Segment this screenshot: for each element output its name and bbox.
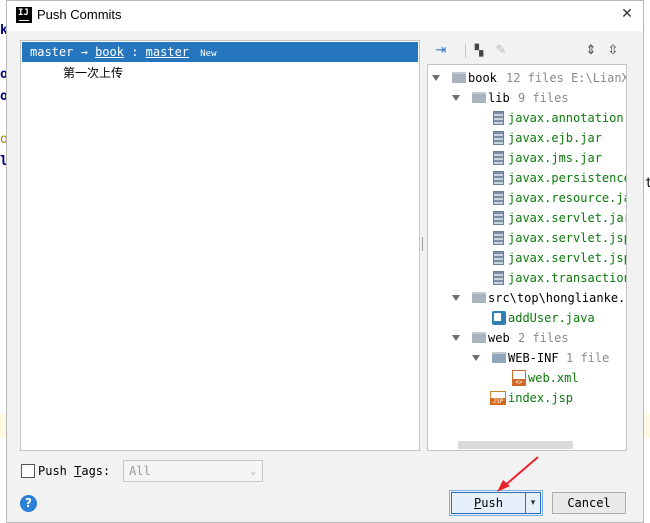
branch-separator: : — [131, 45, 139, 59]
tree-node-label: src\top\honglianke.ji — [488, 291, 627, 305]
dialog-title: Push Commits — [37, 7, 122, 22]
edit-icon[interactable]: ✎ — [493, 43, 509, 59]
expand-arrow-icon[interactable] — [452, 295, 460, 301]
help-button[interactable]: ? — [20, 495, 37, 512]
arrow-icon: → — [80, 45, 88, 59]
panel-splitter[interactable] — [421, 237, 424, 251]
push-button[interactable]: Push — [451, 492, 525, 514]
tree-node-meta: 12 files E:\LianX — [506, 71, 627, 85]
chevron-down-icon: ▾ — [530, 498, 536, 508]
expand-arrow-icon[interactable] — [452, 335, 460, 341]
file-name: javax.servlet.jar — [508, 211, 627, 225]
file-name: javax.ejb.jar — [508, 131, 602, 145]
jar-file-icon — [493, 211, 504, 225]
tree-node-meta: 2 files — [518, 331, 569, 345]
expand-arrow-icon[interactable] — [472, 355, 480, 361]
jar-file-icon — [493, 151, 504, 165]
folder-icon — [472, 92, 486, 103]
local-branch: master — [30, 45, 74, 59]
folder-icon — [472, 332, 486, 343]
remote-link[interactable]: book — [95, 45, 124, 59]
file-name: javax.persistence — [508, 171, 627, 185]
group-by-icon[interactable]: ▚ — [471, 43, 487, 59]
jar-file-icon — [493, 111, 504, 125]
file-name: javax.resource.ja — [508, 191, 627, 205]
jar-file-icon — [493, 171, 504, 185]
xml-file-icon — [512, 370, 526, 386]
file-name: javax.jms.jar — [508, 151, 602, 165]
jar-file-icon — [493, 131, 504, 145]
tree-node-label: lib — [488, 91, 510, 105]
file-name: addUser.java — [508, 311, 595, 325]
close-button[interactable]: ✕ — [619, 6, 635, 22]
java-file-icon — [492, 311, 506, 325]
select-value: All — [129, 464, 151, 478]
label-part: ags: — [81, 464, 111, 478]
push-tags-checkbox[interactable] — [21, 464, 35, 478]
push-tags-label: Push Tags: — [38, 463, 110, 479]
intellij-logo-icon: IJ — [16, 7, 32, 23]
jsp-file-icon — [490, 391, 506, 405]
expand-arrow-icon[interactable] — [432, 75, 440, 81]
module-folder-icon — [452, 72, 466, 83]
push-options-dropdown[interactable]: ▾ — [525, 492, 541, 514]
collapse-arrows-icon[interactable]: ⇥ — [433, 43, 449, 59]
web-inf-folder-icon — [492, 352, 506, 363]
tree-node-label: web — [488, 331, 510, 345]
expand-all-icon[interactable]: ⇕ — [583, 43, 599, 59]
file-name: javax.transaction — [508, 271, 627, 285]
file-name: web.xml — [528, 371, 579, 385]
commit-message[interactable]: 第一次上传 — [63, 63, 123, 83]
file-name: javax.annotation. — [508, 111, 627, 125]
changes-toolbar: ⇥ ▚ ✎ ⇕ ⇳ — [427, 41, 627, 63]
push-label: ush — [481, 496, 503, 510]
branch-mapping-row[interactable]: master → book : master New — [22, 42, 418, 62]
file-name: javax.servlet.jsp — [508, 231, 627, 245]
expand-arrow-icon[interactable] — [452, 95, 460, 101]
tree-node-meta: 9 files — [518, 91, 569, 105]
file-name: index.jsp — [508, 391, 574, 405]
folder-icon — [472, 292, 486, 303]
target-branch-link[interactable]: master — [146, 45, 189, 59]
chevron-down-icon: ⌄ — [249, 466, 256, 477]
new-branch-badge: New — [200, 49, 217, 59]
jar-file-icon — [493, 271, 504, 285]
horizontal-scrollbar[interactable] — [458, 441, 573, 449]
tree-node-label: book — [468, 71, 497, 85]
jar-file-icon — [493, 231, 504, 245]
push-tags-select[interactable]: All ⌄ — [123, 460, 263, 482]
dialog-titlebar: IJ Push Commits ✕ — [7, 1, 643, 31]
push-commits-dialog: IJ Push Commits ✕ master → book : master… — [6, 0, 644, 523]
label-part: Push — [38, 464, 75, 478]
jar-file-icon — [493, 191, 504, 205]
jar-file-icon — [493, 251, 504, 265]
tree-node-meta: 1 file — [566, 351, 610, 365]
toolbar-divider — [465, 44, 466, 58]
collapse-all-icon[interactable]: ⇳ — [605, 43, 621, 59]
annotation-arrow — [497, 456, 539, 492]
tree-node-label: WEB-INF — [508, 351, 559, 365]
changed-files-tree: book 12 files E:\LianX lib 9 files javax… — [427, 64, 627, 451]
commits-panel: master → book : master New 第一次上传 — [20, 40, 420, 451]
file-name: javax.servlet.jsp — [508, 251, 627, 265]
cancel-button[interactable]: Cancel — [552, 492, 626, 514]
